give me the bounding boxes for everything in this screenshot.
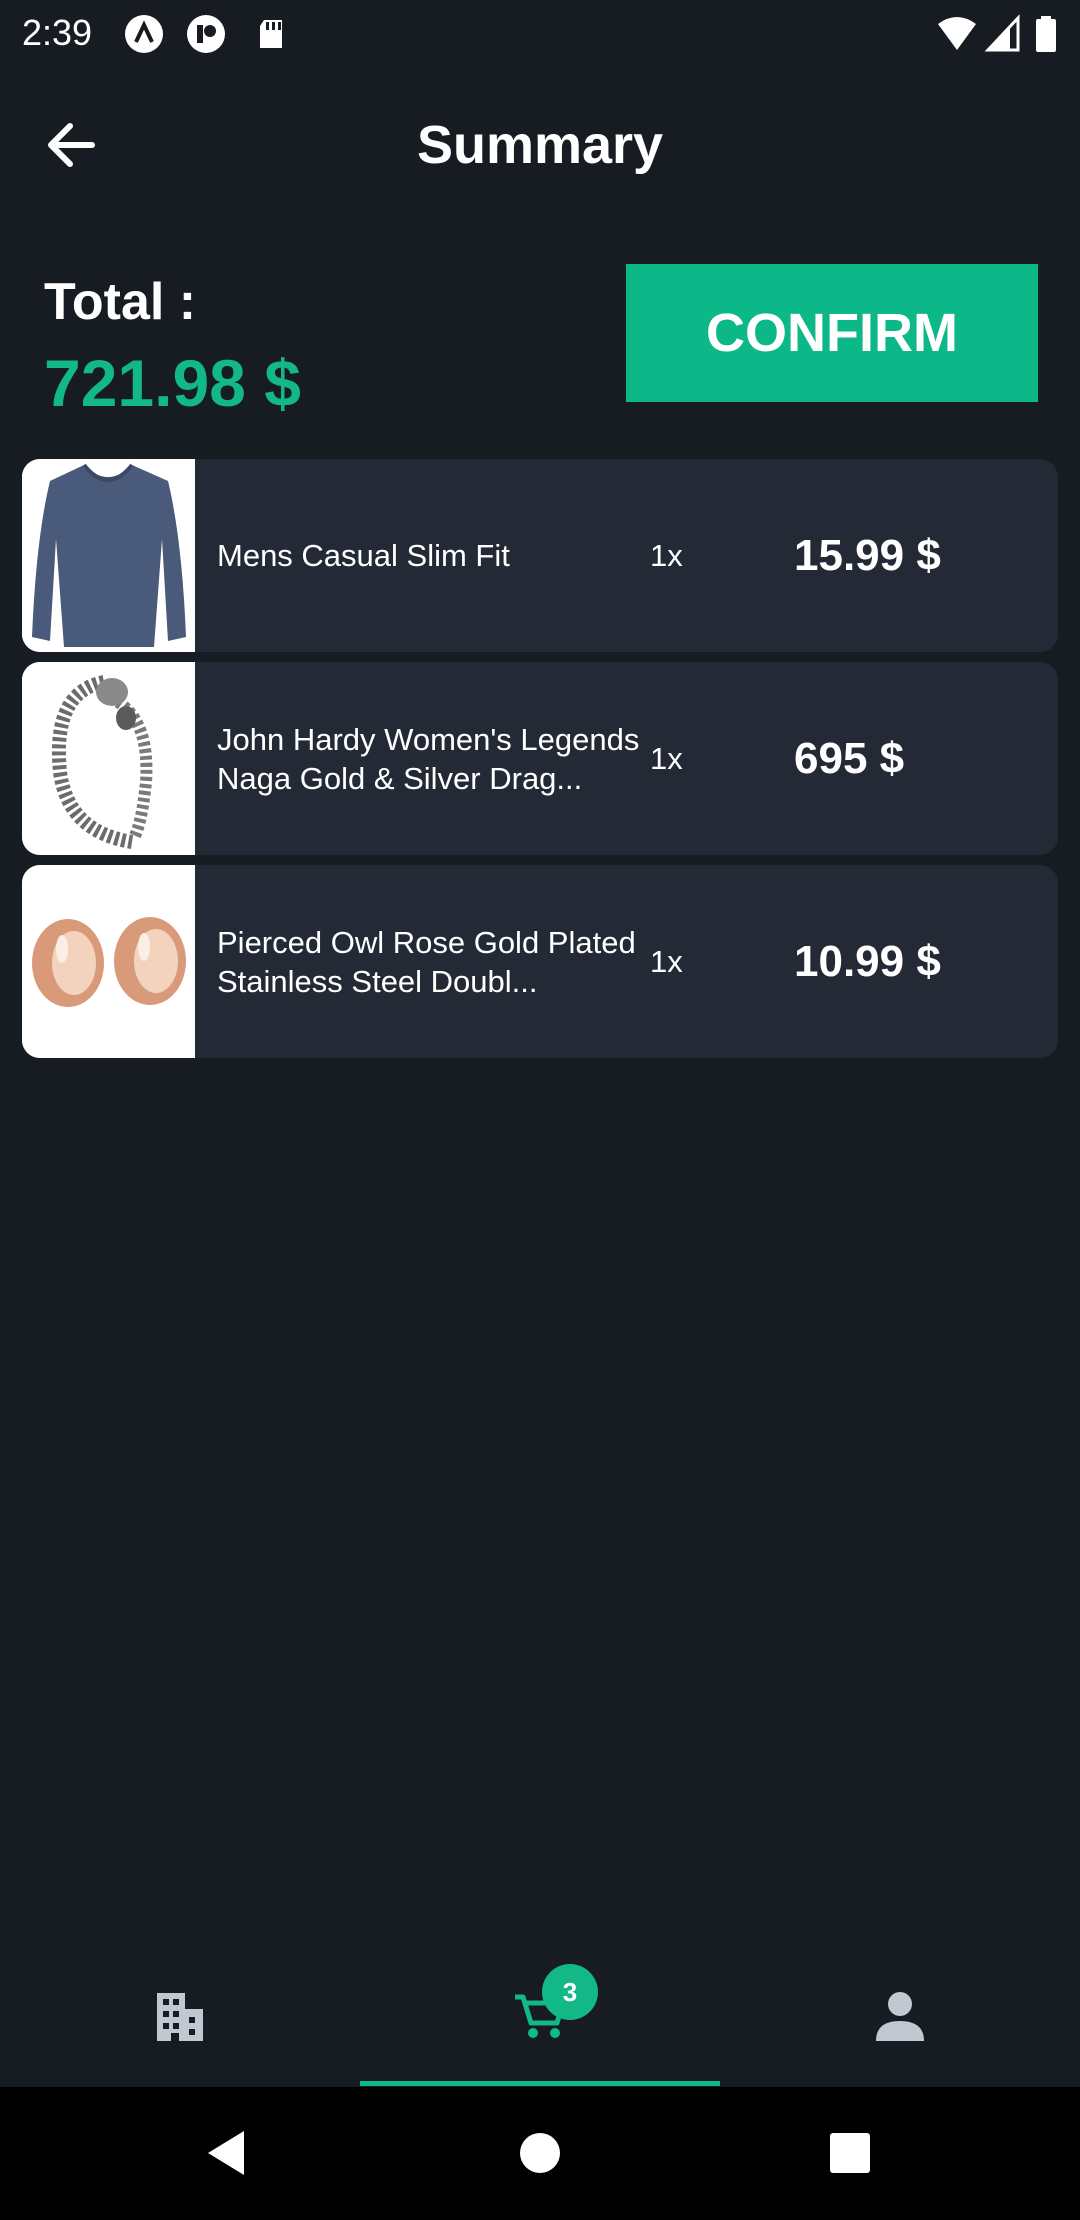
system-recents-button[interactable] [804,2107,896,2199]
item-name: John Hardy Women's Legends Naga Gold & S… [217,721,640,796]
status-bar: 2:39 [0,0,1080,66]
item-price: 10.99 $ [794,936,941,986]
item-price: 695 $ [794,733,905,783]
item-name: Pierced Owl Rose Gold Plated Stainless S… [217,924,636,999]
cart-count-badge: 3 [542,1964,598,2020]
battery-icon [1034,14,1058,54]
shirt-image [22,459,195,652]
total-value: 721.98 $ [44,346,301,420]
bottom-navigation [0,1945,1080,2087]
cart-item-list: Mens Casual Slim Fit 1x 15.99 $ John Har… [22,459,1058,1068]
sd-card-icon [252,14,292,54]
system-back-button[interactable] [180,2107,272,2199]
item-name: Mens Casual Slim Fit [217,538,510,573]
cart-item[interactable]: John Hardy Women's Legends Naga Gold & S… [22,662,1058,855]
triangle-back-icon [208,2131,244,2175]
page-title: Summary [416,115,664,175]
system-home-button[interactable] [494,2107,586,2199]
signal-icon [984,14,1024,54]
active-tab-indicator [360,2081,720,2086]
bracelet-image [22,662,195,855]
wifi-icon [936,14,978,54]
square-recents-icon [830,2133,870,2173]
confirm-button[interactable]: CONFIRM [626,264,1038,402]
nav-tab-cart[interactable] [360,1945,720,2087]
building-icon [157,1993,203,2041]
cart-item[interactable]: Pierced Owl Rose Gold Plated Stainless S… [22,865,1058,1058]
earrings-image [22,865,195,1058]
person-icon [876,1992,924,2041]
item-quantity: 1x [650,943,683,979]
circle-home-icon [520,2133,560,2173]
notification-p-icon [186,14,226,54]
app-header: Summary [0,90,1080,200]
total-label: Total : [44,273,197,331]
item-quantity: 1x [650,740,683,776]
summary-screen: 2:39 Summary Total : 721.98 $ CONFIRM Me… [0,0,1080,2220]
cart-item[interactable]: Mens Casual Slim Fit 1x 15.99 $ [22,459,1058,652]
item-price: 15.99 $ [794,530,941,580]
system-navigation-bar [0,2087,1080,2220]
notification-a-icon [124,14,164,54]
nav-tab-stores[interactable] [0,1945,360,2087]
nav-tab-profile[interactable] [720,1945,1080,2087]
item-quantity: 1x [650,537,683,573]
status-time: 2:39 [22,12,93,53]
